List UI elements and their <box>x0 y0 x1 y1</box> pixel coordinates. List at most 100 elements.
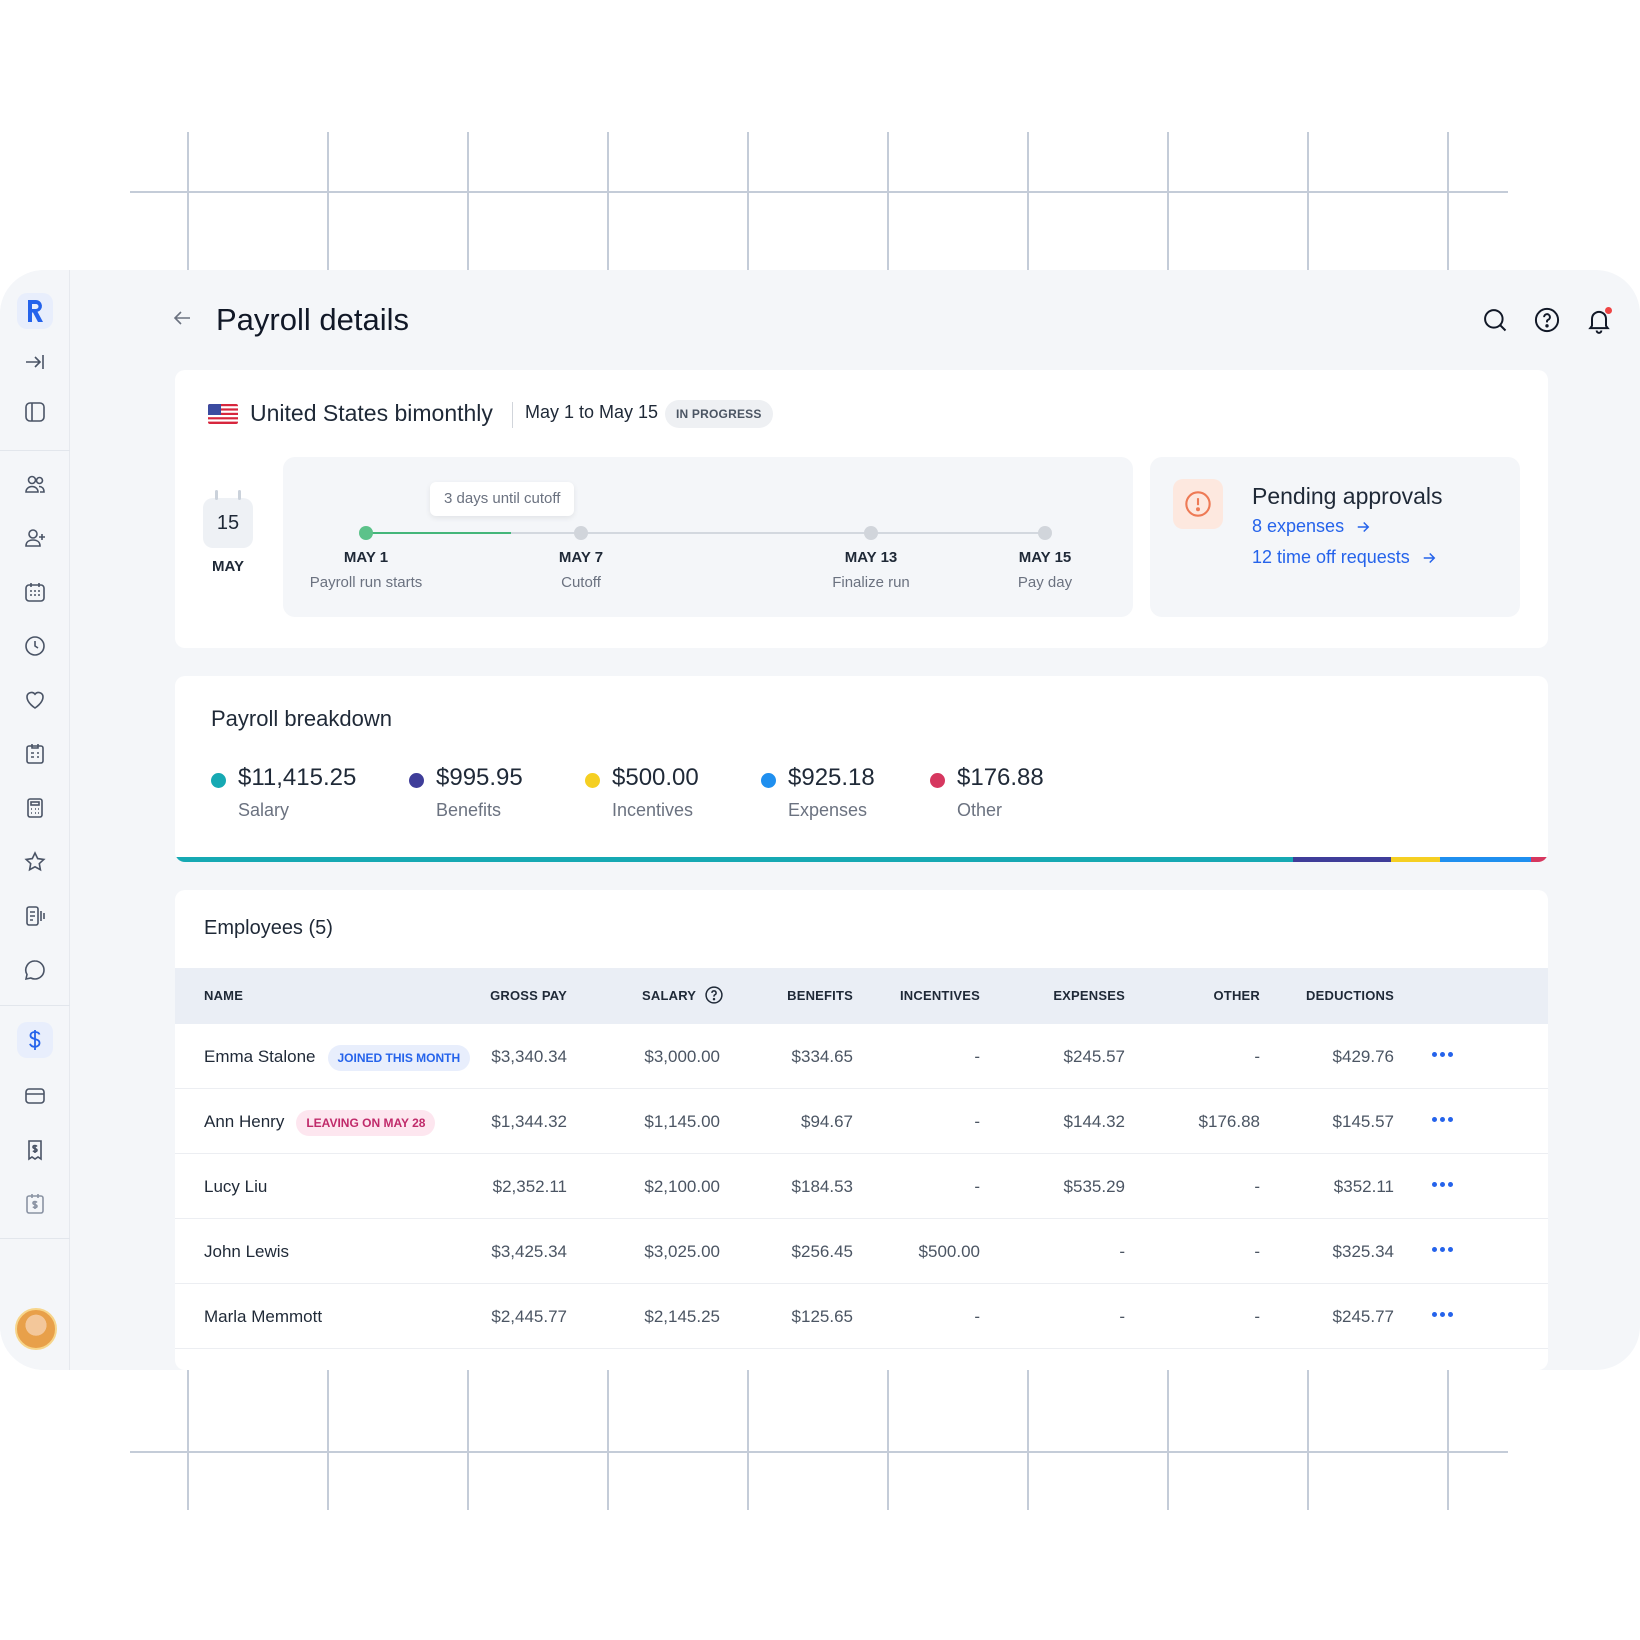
salary-cell: $1,145.00 <box>644 1112 720 1131</box>
incentives-cell: $500.00 <box>918 1242 980 1261</box>
breakdown-value: $925.18 <box>788 764 875 791</box>
column-header-salary[interactable]: SALARY <box>642 968 762 1024</box>
deductions-cell: $429.76 <box>1332 1047 1394 1066</box>
payroll-run-name: United States bimonthly <box>250 400 493 426</box>
pending-approvals-panel: Pending approvals 8 expenses 12 time off… <box>1150 457 1520 617</box>
table-row[interactable]: Lucy Liu $2,352.11 $2,100.00 $184.53 - $535.2… <box>175 1154 1548 1219</box>
expand-sidebar-icon[interactable] <box>17 344 53 380</box>
deductions-cell: $245.77 <box>1332 1307 1394 1326</box>
clock-icon[interactable] <box>17 628 53 664</box>
table-row[interactable]: Marla Memmott $2,445.77 $2,145.25 $125.65 - -… <box>175 1284 1548 1349</box>
timeline-step: MAY 7 Cutoff <box>501 549 661 591</box>
gross-cell: $3,425.34 <box>491 1242 567 1261</box>
timeline-dot <box>864 526 878 540</box>
people-icon[interactable] <box>17 466 53 502</box>
timeoff-approval-link[interactable]: 12 time off requests <box>1252 547 1438 568</box>
employee-name-cell[interactable]: John Lewis <box>204 1219 289 1284</box>
incentives-cell: - <box>974 1307 980 1326</box>
star-icon[interactable] <box>17 844 53 880</box>
column-header-salary-label: SALARY <box>642 988 696 1003</box>
timeline-step-date: MAY 13 <box>844 549 898 566</box>
legend-dot <box>585 773 600 788</box>
documents-icon[interactable] <box>17 898 53 934</box>
back-arrow-icon[interactable] <box>170 306 196 332</box>
page-title: Payroll details <box>216 302 409 337</box>
alert-icon <box>1173 479 1223 529</box>
benefits-cell: $256.45 <box>791 1242 853 1261</box>
timeline-step-date: MAY 15 <box>1018 549 1072 566</box>
employee-name-cell[interactable]: Marla Memmott <box>204 1284 322 1349</box>
help-icon[interactable] <box>1533 306 1561 334</box>
user-avatar[interactable] <box>15 1308 57 1350</box>
employee-name: Marla Memmott <box>204 1307 323 1326</box>
main-content: Payroll details United States bimonthly … <box>70 270 1640 1370</box>
column-header-other[interactable]: OTHER <box>1165 968 1260 1024</box>
invoice-icon[interactable] <box>17 1186 53 1222</box>
logo-icon[interactable] <box>17 293 53 329</box>
dollar-icon[interactable] <box>17 1022 53 1058</box>
deductions-cell: $352.11 <box>1333 1177 1394 1196</box>
timeline-step-date: MAY 1 <box>343 549 389 566</box>
benefits-cell: $94.67 <box>801 1112 853 1131</box>
column-header-expenses[interactable]: EXPENSES <box>1015 968 1125 1024</box>
expenses-approval-label: 8 expenses <box>1252 516 1345 536</box>
arrow-right-icon <box>1423 552 1436 563</box>
salary-cell: $3,000.00 <box>644 1047 720 1066</box>
breakdown-title: Payroll breakdown <box>211 706 392 731</box>
column-header-deductions[interactable]: DEDUCTIONS <box>1275 968 1394 1024</box>
add-person-icon[interactable] <box>17 520 53 556</box>
timeline-dot <box>574 526 588 540</box>
chat-icon[interactable] <box>17 952 53 988</box>
column-header-incentives[interactable]: INCENTIVES <box>865 968 980 1024</box>
employee-name-cell[interactable]: Lucy Liu <box>204 1154 267 1219</box>
expenses-approval-link[interactable]: 8 expenses <box>1252 516 1372 537</box>
card-icon[interactable] <box>17 1078 53 1114</box>
column-header-name[interactable]: NAME <box>204 968 243 1024</box>
column-header-gross-pay[interactable]: GROSS PAY <box>455 968 567 1024</box>
table-row[interactable]: Ann Henry LEAVING ON MAY 28 $1,344.32 $1,14… <box>175 1089 1548 1154</box>
receipt-dollar-icon[interactable] <box>17 1132 53 1168</box>
benefits-cell: $334.65 <box>791 1047 853 1066</box>
timeline-step-date: MAY 7 <box>558 549 604 566</box>
column-header-benefits[interactable]: BENEFITS <box>745 968 853 1024</box>
payroll-timeline: 3 days until cutoff MAY 1 Payroll run st… <box>283 457 1133 617</box>
salary-cell: $2,100.00 <box>644 1177 720 1196</box>
heart-icon[interactable] <box>17 682 53 718</box>
employee-status-badge: LEAVING ON MAY 28 <box>296 1109 436 1136</box>
notification-bell-icon[interactable] <box>1585 306 1613 334</box>
search-icon[interactable] <box>1481 306 1509 334</box>
breakdown-label: Benefits <box>436 800 502 820</box>
pay-date-calendar: 15 MAY <box>203 490 253 590</box>
breakdown-bar-segment-expenses <box>1440 857 1531 862</box>
calendar-icon[interactable] <box>17 574 53 610</box>
payroll-run-card: United States bimonthly May 1 to May 15 … <box>175 370 1548 648</box>
table-row[interactable]: John Lewis $3,425.34 $3,025.00 $256.45 $500.… <box>175 1219 1548 1284</box>
legend-dot <box>409 773 424 788</box>
table-row[interactable]: Emma Stalone JOINED THIS MONTH $3,340.34 $3… <box>175 1024 1548 1089</box>
breakdown-label: Other <box>957 800 1003 820</box>
other-cell: $176.88 <box>1198 1112 1260 1131</box>
help-icon[interactable] <box>704 985 724 1005</box>
status-badge: IN PROGRESS <box>665 400 773 428</box>
more-options-icon[interactable] <box>1430 1247 1454 1255</box>
timeline-dot <box>1038 526 1052 540</box>
more-options-icon[interactable] <box>1430 1052 1454 1060</box>
timeline-step: MAY 15 Pay day <box>965 549 1125 591</box>
panel-toggle-icon[interactable] <box>17 394 53 430</box>
deductions-cell: $145.57 <box>1332 1112 1394 1131</box>
other-cell: - <box>1254 1307 1260 1326</box>
other-cell: - <box>1254 1047 1260 1066</box>
more-options-icon[interactable] <box>1430 1182 1454 1190</box>
deductions-cell: $325.34 <box>1332 1242 1394 1261</box>
gross-cell: $2,352.11 <box>492 1177 567 1196</box>
more-options-icon[interactable] <box>1430 1312 1454 1320</box>
expenses-cell: $535.29 <box>1063 1177 1125 1196</box>
employee-name-cell[interactable]: Ann Henry LEAVING ON MAY 28 <box>204 1089 436 1154</box>
calculator-icon[interactable] <box>17 790 53 826</box>
employee-name-cell[interactable]: Emma Stalone JOINED THIS MONTH <box>204 1024 471 1089</box>
employees-card: Employees (5) NAME GROSS PAY SALARY BENE… <box>175 890 1548 1370</box>
more-options-icon[interactable] <box>1430 1117 1454 1125</box>
legend-dot <box>930 773 945 788</box>
report-icon[interactable] <box>17 736 53 772</box>
expenses-cell: $144.32 <box>1063 1112 1125 1131</box>
